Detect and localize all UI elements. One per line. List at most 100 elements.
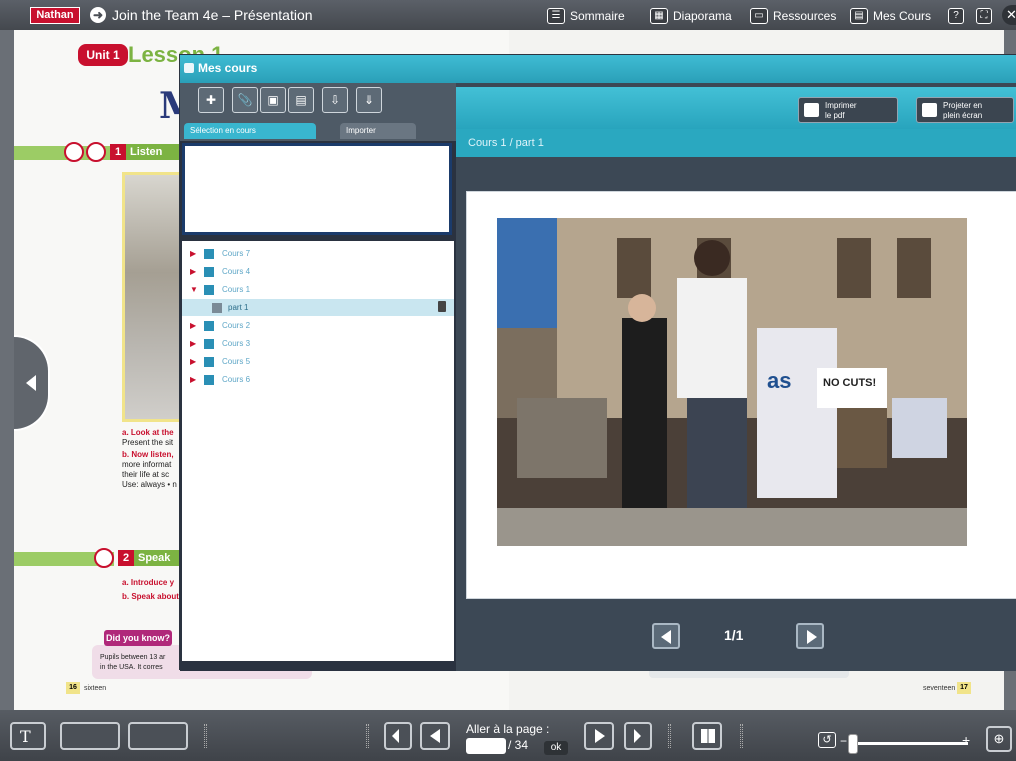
- help-button[interactable]: ?: [948, 7, 964, 25]
- export-icon[interactable]: ⇩: [322, 87, 348, 113]
- arrow-left-icon: [26, 375, 36, 391]
- close-icon[interactable]: ✕: [1002, 5, 1016, 25]
- magnifier-icon[interactable]: ⊕: [986, 726, 1012, 752]
- tree-item[interactable]: ▶ Cours 3: [182, 335, 454, 352]
- expand-icon[interactable]: ▶: [190, 245, 196, 262]
- arrow-right-icon: [595, 729, 605, 743]
- mask-tool-button[interactable]: [128, 722, 188, 750]
- print-pdf-label: Imprimer le pdf: [825, 101, 857, 120]
- document-icon: [212, 303, 222, 313]
- collapse-icon[interactable]: ▼: [190, 281, 198, 298]
- expand-icon[interactable]: ▶: [190, 263, 196, 280]
- course-icon: [204, 339, 214, 349]
- expand-icon[interactable]: ▶: [190, 335, 196, 352]
- selection-drop-area[interactable]: [182, 143, 452, 235]
- grid-icon: [701, 729, 715, 743]
- double-arrow-right-icon: [634, 729, 641, 743]
- attach-icon[interactable]: 📎: [232, 87, 258, 113]
- section-number: 2: [118, 550, 134, 566]
- first-page-button[interactable]: [384, 722, 412, 750]
- fullscreen-button[interactable]: ⛶: [976, 7, 992, 25]
- know-text: Pupils between 13 ar in the USA. It corr…: [100, 654, 166, 671]
- nav-sommaire-button[interactable]: ☰ Sommaire: [547, 7, 625, 25]
- tree-item[interactable]: ▶ Cours 6: [182, 371, 454, 388]
- tree-item-label: Cours 3: [222, 339, 251, 348]
- zoom-in-icon[interactable]: +: [962, 732, 970, 748]
- fullscreen-icon: ⛶: [976, 8, 992, 24]
- new-course-button[interactable]: ✚: [198, 87, 224, 113]
- prev-slide-button[interactable]: [652, 623, 680, 649]
- course-icon: [204, 321, 214, 331]
- tree-item-label: part 1: [228, 303, 249, 312]
- zoom-select-button[interactable]: [60, 722, 120, 750]
- separator: [668, 724, 671, 748]
- page-number-input[interactable]: [466, 738, 506, 754]
- page-number: 17: [957, 682, 971, 694]
- slide-photo: as NO CUTS!: [497, 218, 967, 546]
- nav-ressources-button[interactable]: ▭ Ressources: [750, 7, 836, 25]
- print-pdf-button[interactable]: Imprimer le pdf: [798, 97, 898, 123]
- nav-label: Ressources: [773, 9, 837, 23]
- page-word: seventeen: [923, 685, 956, 692]
- last-page-button[interactable]: [624, 722, 652, 750]
- section-label: Speak: [134, 550, 180, 566]
- presentation-icon[interactable]: ➜: [90, 7, 106, 23]
- nav-mes-cours-button[interactable]: ▤ Mes Cours: [850, 7, 931, 25]
- tree-item-label: Cours 7: [222, 249, 251, 258]
- separator: [366, 724, 369, 748]
- panel-title: Mes cours: [198, 61, 258, 75]
- goto-page-label: Aller à la page :: [466, 722, 550, 736]
- zoom-reset-icon[interactable]: ↺: [818, 732, 836, 748]
- nav-diaporama-button[interactable]: ▦ Diaporama: [650, 7, 732, 25]
- section-label: Listen: [126, 144, 180, 160]
- download-icon[interactable]: ⇓: [356, 87, 382, 113]
- zoom-slider-track[interactable]: [848, 742, 968, 745]
- nathan-logo[interactable]: Nathan: [30, 7, 80, 24]
- tree-subitem[interactable]: part 1: [182, 299, 454, 316]
- double-arrow-left-icon: [392, 729, 399, 743]
- tree-item-label: Cours 6: [222, 375, 251, 384]
- photo-sign-text: NO CUTS!: [823, 377, 876, 389]
- speak-icon: [94, 548, 114, 568]
- slide-preview: as NO CUTS!: [466, 191, 1016, 599]
- did-you-know-badge: Did you know?: [104, 630, 172, 646]
- tree-item[interactable]: ▼ Cours 1: [182, 281, 454, 298]
- tab-import[interactable]: Importer: [340, 123, 416, 139]
- printer-icon: [804, 103, 819, 117]
- course-tree: ▶ Cours 7 ▶ Cours 4 ▼ Cours 1 part 1 ▶ Cours 2 ▶ C…: [182, 241, 454, 661]
- tree-item[interactable]: ▶ Cours 2: [182, 317, 454, 334]
- tree-item[interactable]: ▶ Cours 7: [182, 245, 454, 262]
- panel-icon: [184, 63, 194, 73]
- image-icon[interactable]: ▣: [260, 87, 286, 113]
- tree-item-label: Cours 5: [222, 357, 251, 366]
- arrow-right-icon: [807, 630, 817, 644]
- project-fullscreen-button[interactable]: Projeter en plein écran: [916, 97, 1014, 123]
- nav-label: Diaporama: [673, 9, 732, 23]
- tab-selection[interactable]: Sélection en cours: [184, 123, 316, 139]
- top-bar: Nathan ➜ Join the Team 4e – Présentation…: [0, 0, 1016, 30]
- expand-icon[interactable]: ▶: [190, 371, 196, 388]
- expand-icon[interactable]: ▶: [190, 353, 196, 370]
- ok-button[interactable]: ok: [544, 741, 568, 755]
- previous-page-button[interactable]: [420, 722, 450, 750]
- thumbnails-button[interactable]: [692, 722, 722, 750]
- zoom-slider-handle[interactable]: [848, 734, 858, 754]
- mes-cours-panel: Mes cours ✚ 📎 ▣ ▤ ⇩ ⇓ Sélection en cours…: [179, 54, 1016, 671]
- tree-item-label: Cours 4: [222, 267, 251, 276]
- project-label: Projeter en plein écran: [943, 101, 983, 120]
- tree-item[interactable]: ▶ Cours 5: [182, 353, 454, 370]
- tree-item[interactable]: ▶ Cours 4: [182, 263, 454, 280]
- arrow-left-icon: [661, 630, 671, 644]
- course-icon: [204, 357, 214, 367]
- course-icon: [204, 249, 214, 259]
- next-page-button[interactable]: [584, 722, 614, 750]
- next-slide-button[interactable]: [796, 623, 824, 649]
- arrow-left-icon: [430, 729, 440, 743]
- trash-icon[interactable]: [438, 301, 446, 312]
- calculator-icon[interactable]: ▤: [288, 87, 314, 113]
- text-tool-button[interactable]: T: [10, 722, 46, 750]
- tree-item-label: Cours 2: [222, 321, 251, 330]
- zoom-out-icon[interactable]: −: [840, 734, 847, 748]
- help-icon: ?: [948, 8, 964, 24]
- expand-icon[interactable]: ▶: [190, 317, 196, 334]
